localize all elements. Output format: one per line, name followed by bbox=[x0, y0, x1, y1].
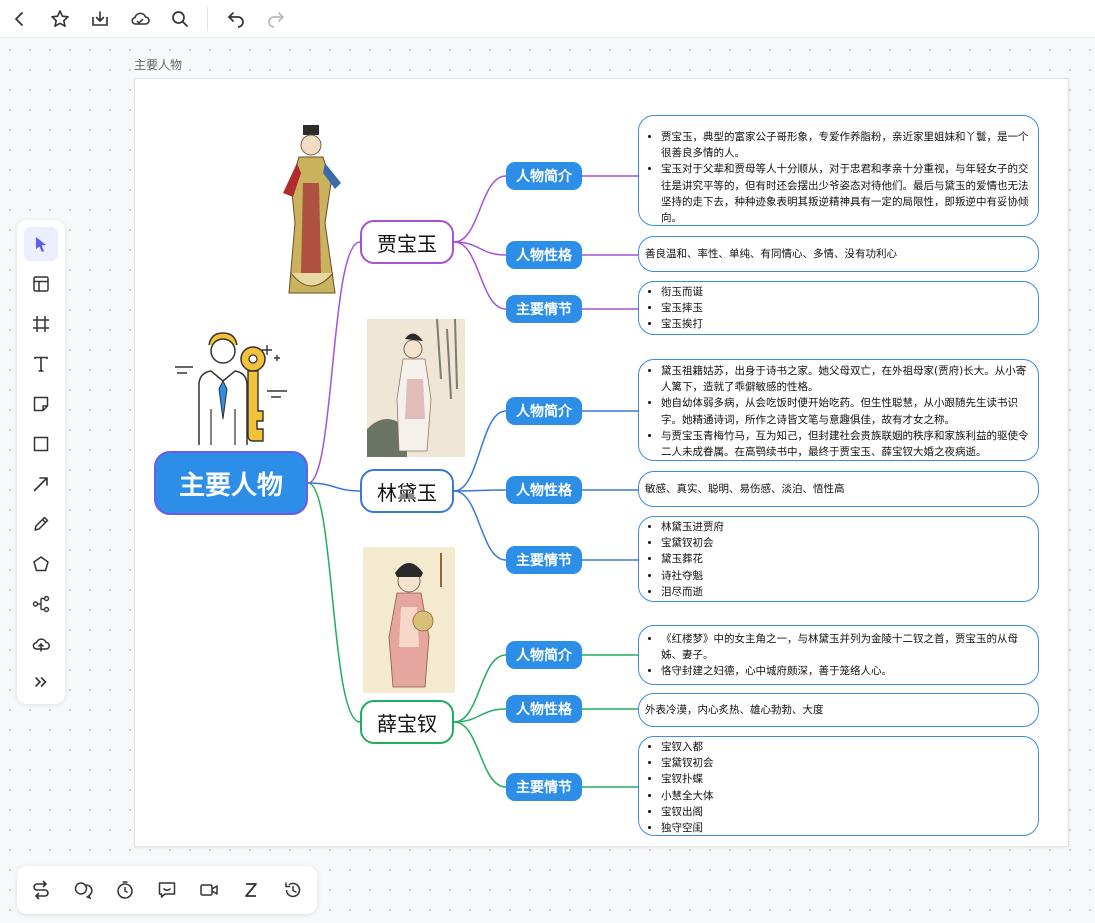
cloud-icon[interactable] bbox=[126, 5, 154, 33]
personality-text: 敏感、真实、聪明、易伤感、淡泊、悟性高 bbox=[645, 482, 845, 495]
character-node-xue-baochai[interactable]: 薛宝钗 bbox=[360, 700, 454, 744]
feedback-icon[interactable] bbox=[153, 876, 181, 904]
plot-box-xue-baochai[interactable]: 宝钗入都 宝黛钗初会 宝钗扑蝶 小慧全大体 宝钗出阁 独守空闺 bbox=[638, 736, 1039, 836]
star-icon[interactable] bbox=[46, 5, 74, 33]
tag-personality-jia-baoyu[interactable]: 人物性格 bbox=[506, 241, 582, 269]
tag-intro-jia-baoyu[interactable]: 人物简介 bbox=[506, 162, 582, 190]
plot-item: 诗社夺魁 bbox=[661, 568, 1030, 584]
personality-box-lin-daiyu[interactable]: 敏感、真实、聪明、易伤感、淡泊、悟性高 bbox=[638, 471, 1039, 507]
tag-plot-xue-baochai[interactable]: 主要情节 bbox=[506, 773, 582, 801]
tag-intro-lin-daiyu[interactable]: 人物简介 bbox=[506, 397, 582, 425]
character-node-lin-daiyu[interactable]: 林黛玉 bbox=[360, 469, 454, 513]
undo-icon[interactable] bbox=[222, 5, 250, 33]
pen-icon[interactable] bbox=[24, 507, 58, 541]
upload-icon[interactable] bbox=[24, 627, 58, 661]
intro-item: 宝玉对于父辈和贾母等人十分顺从，对于忠君和孝亲十分重视，与年轻女子的交往是讲究平… bbox=[661, 161, 1030, 226]
plot-item: 衔玉而诞 bbox=[661, 284, 1030, 300]
businessman-key-illustration bbox=[171, 329, 295, 447]
intro-box-xue-baochai[interactable]: 《红楼梦》中的女主角之一，与林黛玉并列为金陵十二钗之首，贾宝玉的从母姊、妻子。 … bbox=[638, 625, 1039, 685]
intro-item: 《红楼梦》中的女主角之一，与林黛玉并列为金陵十二钗之首，贾宝玉的从母姊、妻子。 bbox=[661, 631, 1030, 663]
plot-box-lin-daiyu[interactable]: 林黛玉进贾府 宝黛钗初会 黛玉葬花 诗社夺魁 泪尽而逝 bbox=[638, 516, 1039, 602]
xue-baochai-portrait bbox=[363, 547, 455, 693]
sticky-note-icon[interactable] bbox=[24, 387, 58, 421]
rectangle-icon[interactable] bbox=[24, 427, 58, 461]
plot-item: 宝玉挨打 bbox=[661, 316, 1030, 332]
mindmap-canvas[interactable]: 主要人物 贾宝玉 人物简介 人物性格 主要情节 • 贾宝玉，典型的富家公子哥形象… bbox=[134, 78, 1069, 847]
plot-item: 泪尽而逝 bbox=[661, 584, 1030, 600]
plot-item: 小慧全大体 bbox=[661, 788, 1030, 804]
redo-icon[interactable] bbox=[262, 5, 290, 33]
intro-item: 与贾宝玉青梅竹马，互为知己，但封建社会贵族联姻的秩序和家族利益的驱使令二人未成眷… bbox=[661, 428, 1030, 460]
plot-box-jia-baoyu[interactable]: 衔玉而诞 宝玉摔玉 宝玉挨打 bbox=[638, 281, 1039, 335]
bottom-toolbar bbox=[17, 866, 317, 914]
plot-item: 宝钗扑蝶 bbox=[661, 771, 1030, 787]
lin-daiyu-portrait bbox=[367, 318, 465, 457]
tag-plot-lin-daiyu[interactable]: 主要情节 bbox=[506, 546, 582, 574]
intro-item: 恪守封建之妇德，心中城府颇深，善于笼络人心。 bbox=[661, 663, 1030, 679]
flow-icon[interactable] bbox=[27, 876, 55, 904]
root-node[interactable]: 主要人物 bbox=[154, 451, 308, 515]
text-icon[interactable] bbox=[24, 347, 58, 381]
search-icon[interactable] bbox=[166, 5, 194, 33]
frame-icon[interactable] bbox=[24, 307, 58, 341]
plot-item: 宝黛钗初会 bbox=[661, 755, 1030, 771]
tag-intro-xue-baochai[interactable]: 人物简介 bbox=[506, 641, 582, 669]
plot-item: 黛玉葬花 bbox=[661, 551, 1030, 567]
download-icon[interactable] bbox=[86, 5, 114, 33]
intro-box-jia-baoyu[interactable]: 贾宝玉，典型的富家公子哥形象，专爱作养脂粉，亲近家里姐妹和丫鬟，是一个很善良多情… bbox=[638, 115, 1039, 226]
personality-box-xue-baochai[interactable]: 外表冷漠，内心炙热、雄心勃勃、大度 bbox=[638, 693, 1039, 727]
back-icon[interactable] bbox=[6, 5, 34, 33]
board-title: 主要人物 bbox=[134, 58, 183, 72]
left-toolbar bbox=[17, 220, 65, 704]
polygon-icon[interactable] bbox=[24, 547, 58, 581]
intro-item: 贾宝玉，典型的富家公子哥形象，专爱作养脂粉，亲近家里姐妹和丫鬟，是一个很善良多情… bbox=[661, 129, 1030, 161]
intro-box-lin-daiyu[interactable]: 黛玉祖籍姑苏，出身于诗书之家。她父母双亡，在外祖母家(贾府)长大。从小寄人篱下，… bbox=[638, 359, 1039, 461]
plot-item: 宝钗入都 bbox=[661, 739, 1030, 755]
select-icon[interactable] bbox=[24, 227, 58, 261]
plot-item: 宝黛钗初会 bbox=[661, 535, 1030, 551]
tag-personality-lin-daiyu[interactable]: 人物性格 bbox=[506, 476, 582, 504]
plot-item: 宝钗出阁 bbox=[661, 804, 1030, 820]
history-icon[interactable] bbox=[279, 876, 307, 904]
sleep-icon[interactable] bbox=[237, 876, 265, 904]
plot-item: 林黛玉进贾府 bbox=[661, 519, 1030, 535]
personality-text: 外表冷漠，内心炙热、雄心勃勃、大度 bbox=[645, 703, 824, 716]
intro-item: 她自幼体弱多病，从会吃饭时便开始吃药。但生性聪慧，从小跟随先生读书识字。她精通诗… bbox=[661, 395, 1030, 427]
personality-box-jia-baoyu[interactable]: 善良温和、率性、单纯、有同情心、多情、没有功利心 bbox=[638, 236, 1039, 272]
video-icon[interactable] bbox=[195, 876, 223, 904]
intro-item: 黛玉祖籍姑苏，出身于诗书之家。她父母双亡，在外祖母家(贾府)长大。从小寄人篱下，… bbox=[661, 363, 1030, 395]
comment-icon[interactable] bbox=[69, 876, 97, 904]
toolbar-divider bbox=[207, 7, 208, 31]
top-toolbar bbox=[0, 0, 1095, 38]
plot-item: 独守空闺 bbox=[661, 820, 1030, 836]
more-icon[interactable] bbox=[24, 665, 58, 699]
arrow-line-icon[interactable] bbox=[24, 467, 58, 501]
character-node-jia-baoyu[interactable]: 贾宝玉 bbox=[360, 220, 454, 264]
tag-plot-jia-baoyu[interactable]: 主要情节 bbox=[506, 295, 582, 323]
personality-text: 善良温和、率性、单纯、有同情心、多情、没有功利心 bbox=[645, 247, 897, 260]
plot-item: 宝玉摔玉 bbox=[661, 300, 1030, 316]
timer-icon[interactable] bbox=[111, 876, 139, 904]
mindmap-icon[interactable] bbox=[24, 587, 58, 621]
template-icon[interactable] bbox=[24, 267, 58, 301]
jia-baoyu-portrait bbox=[275, 123, 347, 299]
tag-personality-xue-baochai[interactable]: 人物性格 bbox=[506, 695, 582, 723]
